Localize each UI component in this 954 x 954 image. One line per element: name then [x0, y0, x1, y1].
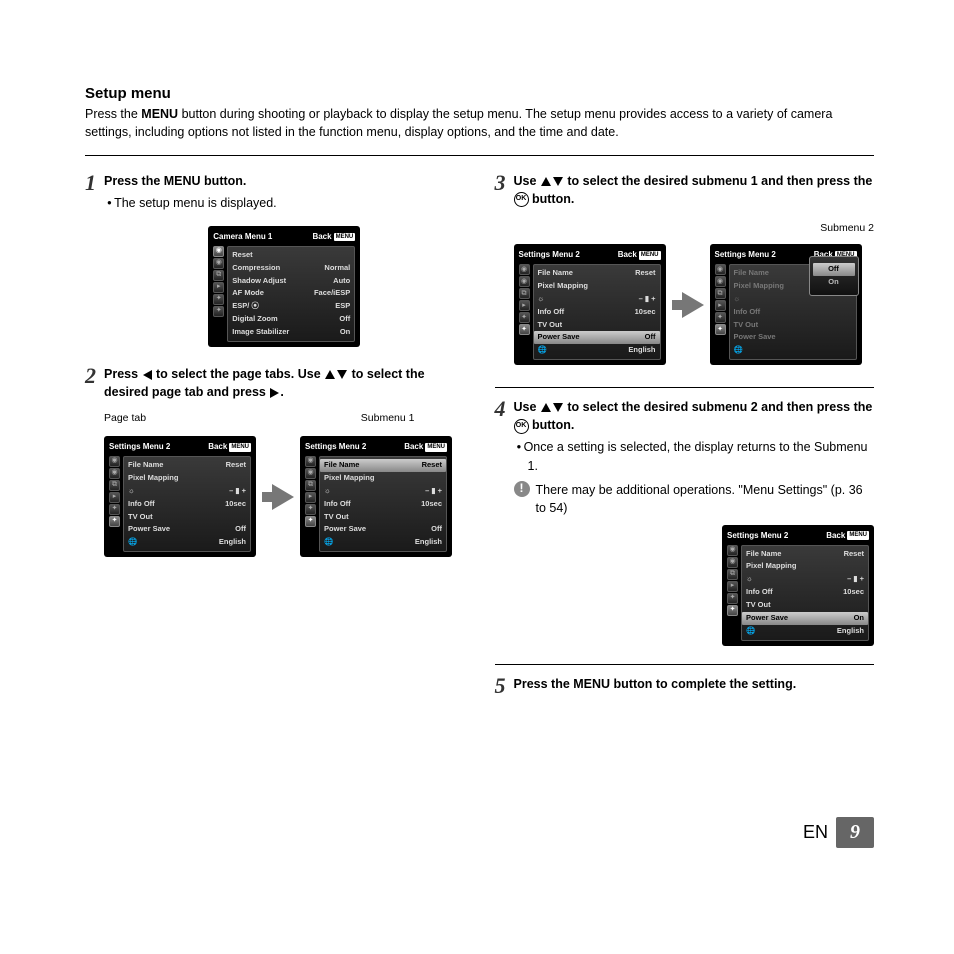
left-icon [143, 370, 152, 380]
note-icon: ! [514, 481, 530, 497]
page-number: 9 [836, 817, 874, 848]
screen-camera-menu: Camera Menu 1BackMENU ◉◉⧉▸✦✦ ResetCompre… [208, 226, 360, 347]
right-icon [270, 388, 279, 398]
ok-icon: OK [514, 192, 529, 207]
step-2: 2 Press to select the page tabs. Use to … [85, 365, 465, 557]
page-title: Setup menu [85, 85, 874, 102]
step-5: 5 Press the MENU button to complete the … [495, 675, 875, 697]
screen-settings-right: Settings Menu 2BackMENU ◉◉⧉▸✦✦ File Name… [300, 436, 452, 557]
screen-step3-left: Settings Menu 2BackMENU ◉◉⧉▸✦✦ File Name… [514, 244, 666, 365]
step-4: 4 Use to select the desired submenu 2 an… [495, 398, 875, 645]
popup-submenu2: Off On [809, 256, 859, 296]
screen-settings-left: Settings Menu 2BackMENU ◉◉⧉▸✦✦ File Name… [104, 436, 256, 557]
arrow-icon [262, 484, 294, 510]
arrow-icon [672, 292, 704, 318]
divider [495, 387, 875, 388]
divider [495, 664, 875, 665]
intro-text: Press the MENU button during shooting or… [85, 106, 874, 141]
up-icon [325, 370, 335, 379]
screen-step4: Settings Menu 2BackMENU ◉◉⧉▸✦✦ File Name… [722, 525, 874, 646]
step-1: 1 Press the MENU button. The setup menu … [85, 172, 465, 347]
page-footer: EN 9 [85, 817, 874, 848]
divider [85, 155, 874, 156]
down-icon [337, 370, 347, 379]
step-3: 3 Use to select the desired submenu 1 an… [495, 172, 875, 365]
